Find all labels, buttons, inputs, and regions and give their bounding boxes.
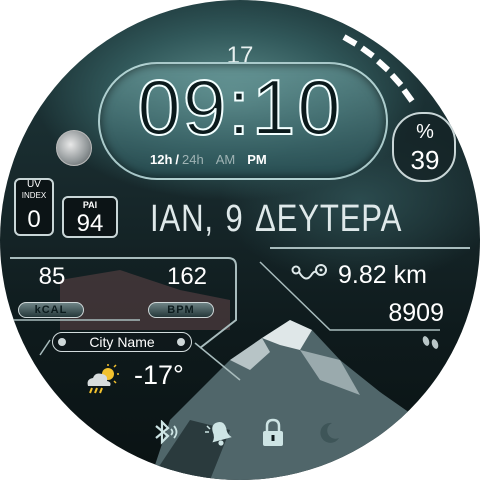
moon-icon[interactable] xyxy=(316,420,342,446)
month-abbr: ΙΑΝ, xyxy=(150,198,214,240)
am-indicator: AM xyxy=(215,152,236,167)
weekday: ΔΕΥΤΕΡΑ xyxy=(254,198,403,240)
watch-face: 17 09:10 12h/24h AM PM % 39 UV INDEX 0 PAI… xyxy=(0,0,480,480)
uv-subtitle: INDEX xyxy=(21,191,47,200)
time-display: 09:10 xyxy=(136,62,343,152)
partly-cloudy-sun-icon[interactable] xyxy=(84,364,124,394)
format-12h: 12h xyxy=(150,152,173,167)
footsteps-icon xyxy=(422,336,439,349)
day-number: 9 xyxy=(225,198,244,240)
pm-indicator: PM xyxy=(247,152,267,167)
battery-value: 39 xyxy=(410,145,440,175)
uv-value: 0 xyxy=(27,206,41,233)
city-name[interactable]: City Name xyxy=(52,332,192,352)
lock-icon[interactable] xyxy=(260,418,286,448)
bluetooth-icon[interactable] xyxy=(148,420,184,448)
time-format-row: 12h/24h AM PM xyxy=(150,152,330,167)
route-icon xyxy=(291,264,327,280)
date-line[interactable]: ΙΑΝ, 9 ΔΕΥΤΕΡΑ xyxy=(150,198,401,241)
format-24h: 24h xyxy=(182,152,204,167)
battery-percent-symbol: % xyxy=(416,121,434,143)
moon-phase-icon xyxy=(56,130,92,166)
pai-title: PAI xyxy=(82,200,98,210)
bpm-label: BPM xyxy=(148,302,214,318)
city-pill-right-dot xyxy=(177,338,185,346)
distance-value[interactable]: 9.82 km xyxy=(338,261,427,290)
uv-title: UV xyxy=(27,179,41,190)
kcal-value[interactable]: 85 xyxy=(24,263,80,291)
bell-icon[interactable] xyxy=(204,418,236,448)
format-separator: / xyxy=(175,152,180,167)
kcal-label: kCAL xyxy=(18,302,84,318)
steps-value[interactable]: 8909 xyxy=(374,299,444,328)
temperature: -17° xyxy=(134,360,184,390)
pai-value: 94 xyxy=(76,210,104,237)
bpm-value[interactable]: 162 xyxy=(152,263,222,291)
city-pill-left-dot xyxy=(58,338,66,346)
